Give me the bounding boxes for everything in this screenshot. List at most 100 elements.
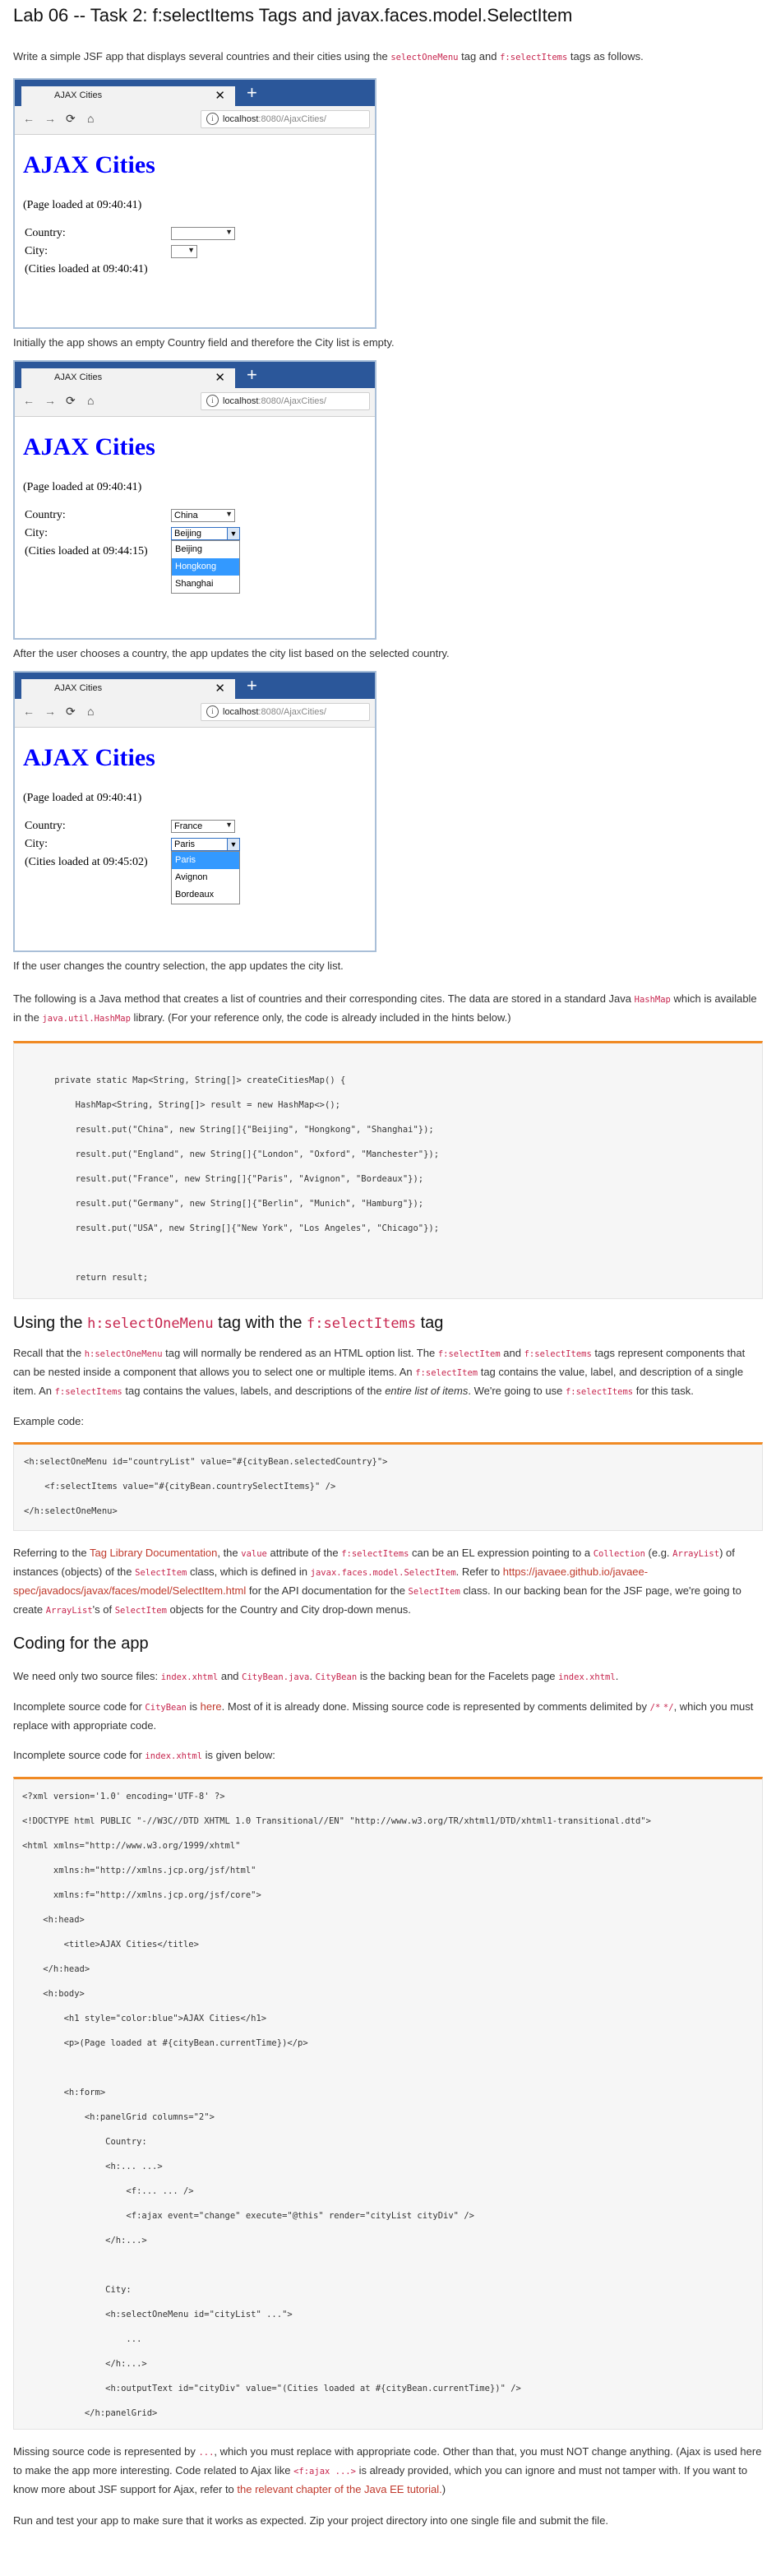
browser-tab-bar: AJAX Cities ✕ + bbox=[15, 80, 375, 106]
inline-code: HashMap bbox=[634, 995, 671, 1005]
page-viewport: AJAX Cities (Page loaded at 09:40:41) Co… bbox=[15, 417, 375, 639]
reload-icon[interactable]: ⟳ bbox=[66, 112, 76, 126]
new-tab-icon[interactable]: + bbox=[247, 82, 257, 104]
app-heading: AJAX Cities bbox=[23, 151, 155, 178]
citybean-paragraph: Incomplete source code for CityBean is h… bbox=[13, 1700, 754, 1732]
chevron-down-icon[interactable]: ▼ bbox=[227, 528, 239, 539]
inline-code: selectOneMenu bbox=[390, 53, 459, 62]
back-icon[interactable]: ← bbox=[23, 394, 35, 407]
reload-icon[interactable]: ⟳ bbox=[66, 705, 76, 719]
forward-icon[interactable]: → bbox=[44, 705, 56, 718]
city-select[interactable]: Beijing ▼ bbox=[171, 527, 240, 540]
app-heading: AJAX Cities bbox=[23, 433, 155, 460]
url-host: localhost bbox=[223, 396, 259, 406]
page-viewport: AJAX Cities (Page loaded at 09:40:41) Co… bbox=[15, 728, 375, 951]
browser-nav-bar: ← → ⟳ ⌂ i localhost:8080/AjaxCities/ bbox=[15, 388, 375, 417]
city-select[interactable]: Paris ▼ bbox=[171, 838, 240, 851]
info-icon[interactable]: i bbox=[206, 705, 219, 718]
browser-tab-bar: AJAX Cities ✕ + bbox=[15, 673, 375, 699]
browser-nav-bar: ← → ⟳ ⌂ i localhost:8080/AjaxCities/ bbox=[15, 699, 375, 728]
country-select[interactable]: China ▼ bbox=[171, 509, 235, 522]
inline-code: f:selectItems bbox=[500, 53, 568, 62]
address-bar[interactable]: i localhost:8080/AjaxCities/ bbox=[201, 703, 370, 721]
index-label: Incomplete source code for index.xhtml i… bbox=[13, 1749, 275, 1761]
chevron-down-icon: ▼ bbox=[225, 510, 233, 518]
city-option[interactable]: Shanghai bbox=[172, 576, 239, 593]
new-tab-icon[interactable]: + bbox=[247, 675, 257, 696]
heading-code: f:selectItems bbox=[307, 1316, 417, 1332]
city-dropdown-list: Beijing Hongkong Shanghai bbox=[171, 540, 240, 594]
refer-paragraph: Referring to the Tag Library Documentati… bbox=[13, 1547, 741, 1616]
home-icon[interactable]: ⌂ bbox=[87, 112, 94, 125]
forward-icon[interactable]: → bbox=[44, 394, 56, 407]
cities-loaded-text: (Cities loaded at 09:40:41) bbox=[25, 263, 148, 275]
country-label: Country: bbox=[25, 227, 66, 239]
caption-china: After the user chooses a country, the ap… bbox=[13, 647, 450, 659]
java-ee-tutorial-link[interactable]: the relevant chapter of the Java EE tuto… bbox=[237, 2483, 441, 2495]
address-bar[interactable]: i localhost:8080/AjaxCities/ bbox=[201, 110, 370, 128]
city-label: City: bbox=[25, 527, 48, 539]
city-option[interactable]: Bordeaux bbox=[172, 886, 239, 904]
browser-tab[interactable]: AJAX Cities ✕ bbox=[21, 679, 235, 699]
recall-paragraph: Recall that the h:selectOneMenu tag will… bbox=[13, 1347, 746, 1397]
city-option[interactable]: Avignon bbox=[172, 869, 239, 886]
chevron-down-icon: ▼ bbox=[187, 246, 195, 254]
address-bar[interactable]: i localhost:8080/AjaxCities/ bbox=[201, 392, 370, 410]
new-tab-icon[interactable]: + bbox=[247, 364, 257, 386]
url-host: localhost bbox=[223, 707, 259, 717]
inline-code: java.util.HashMap bbox=[42, 1014, 131, 1024]
section-heading-selectonemenu: Using the h:selectOneMenu tag with the f… bbox=[13, 1314, 444, 1332]
tag-library-link[interactable]: Tag Library Documentation bbox=[90, 1547, 217, 1559]
country-select[interactable]: ▼ bbox=[171, 227, 235, 240]
info-icon[interactable]: i bbox=[206, 113, 219, 125]
reload-icon[interactable]: ⟳ bbox=[66, 394, 76, 408]
city-option[interactable]: Beijing bbox=[172, 541, 239, 558]
close-icon[interactable]: ✕ bbox=[215, 370, 225, 385]
page-viewport: AJAX Cities (Page loaded at 09:40:41) Co… bbox=[15, 135, 375, 327]
close-icon[interactable]: ✕ bbox=[215, 681, 225, 696]
heading-code: h:selectOneMenu bbox=[87, 1316, 214, 1332]
url-host: localhost bbox=[223, 114, 259, 124]
browser-tab-bar: AJAX Cities ✕ + bbox=[15, 362, 375, 388]
country-select[interactable]: France ▼ bbox=[171, 820, 235, 833]
city-dropdown-list: Paris Avignon Bordeaux bbox=[171, 851, 240, 904]
chevron-down-icon: ▼ bbox=[225, 228, 233, 236]
browser-tab[interactable]: AJAX Cities ✕ bbox=[21, 86, 235, 106]
browser-screenshot-initial: AJAX Cities ✕ + ← → ⟳ ⌂ i localhost:8080… bbox=[13, 78, 376, 329]
caption-france: If the user changes the country selectio… bbox=[13, 960, 344, 972]
back-icon[interactable]: ← bbox=[23, 705, 35, 718]
city-select[interactable]: ▼ bbox=[171, 245, 197, 258]
close-icon[interactable]: ✕ bbox=[215, 88, 225, 103]
url-path: :8080/AjaxCities/ bbox=[258, 707, 326, 717]
caption-initial: Initially the app shows an empty Country… bbox=[13, 336, 395, 349]
back-icon[interactable]: ← bbox=[23, 112, 35, 125]
forward-icon[interactable]: → bbox=[44, 112, 56, 125]
city-label: City: bbox=[25, 838, 48, 850]
city-option[interactable]: Paris bbox=[172, 852, 239, 869]
browser-nav-bar: ← → ⟳ ⌂ i localhost:8080/AjaxCities/ bbox=[15, 106, 375, 135]
page-loaded-text: (Page loaded at 09:40:41) bbox=[23, 199, 142, 211]
final-paragraph: Run and test your app to make sure that … bbox=[13, 2514, 609, 2527]
example-code-block: <h:selectOneMenu id="countryList" value=… bbox=[13, 1442, 763, 1531]
java-code-block: private static Map<String, String[]> cre… bbox=[13, 1041, 763, 1299]
browser-tab[interactable]: AJAX Cities ✕ bbox=[21, 368, 235, 388]
page-loaded-text: (Page loaded at 09:40:41) bbox=[23, 792, 142, 804]
cities-loaded-text: (Cities loaded at 09:45:02) bbox=[25, 856, 148, 868]
citybean-source-link[interactable]: here bbox=[201, 1700, 222, 1713]
chevron-down-icon[interactable]: ▼ bbox=[227, 839, 239, 850]
home-icon[interactable]: ⌂ bbox=[87, 394, 94, 407]
home-icon[interactable]: ⌂ bbox=[87, 705, 94, 718]
xhtml-code-block: <?xml version='1.0' encoding='UTF-8' ?> … bbox=[13, 1777, 763, 2430]
url-path: :8080/AjaxCities/ bbox=[258, 114, 326, 124]
country-label: Country: bbox=[25, 509, 66, 521]
city-label: City: bbox=[25, 245, 48, 257]
java-paragraph: The following is a Java method that crea… bbox=[13, 992, 757, 1024]
browser-screenshot-france: AJAX Cities ✕ + ← → ⟳ ⌂ i localhost:8080… bbox=[13, 671, 376, 952]
tab-title: AJAX Cities bbox=[54, 372, 103, 382]
page-title: Lab 06 -- Task 2: f:selectItems Tags and… bbox=[13, 5, 573, 25]
url-path: :8080/AjaxCities/ bbox=[258, 396, 326, 406]
info-icon[interactable]: i bbox=[206, 395, 219, 407]
source-files-paragraph: We need only two source files: index.xht… bbox=[13, 1670, 619, 1682]
chevron-down-icon: ▼ bbox=[225, 821, 233, 829]
city-option[interactable]: Hongkong bbox=[172, 558, 239, 576]
